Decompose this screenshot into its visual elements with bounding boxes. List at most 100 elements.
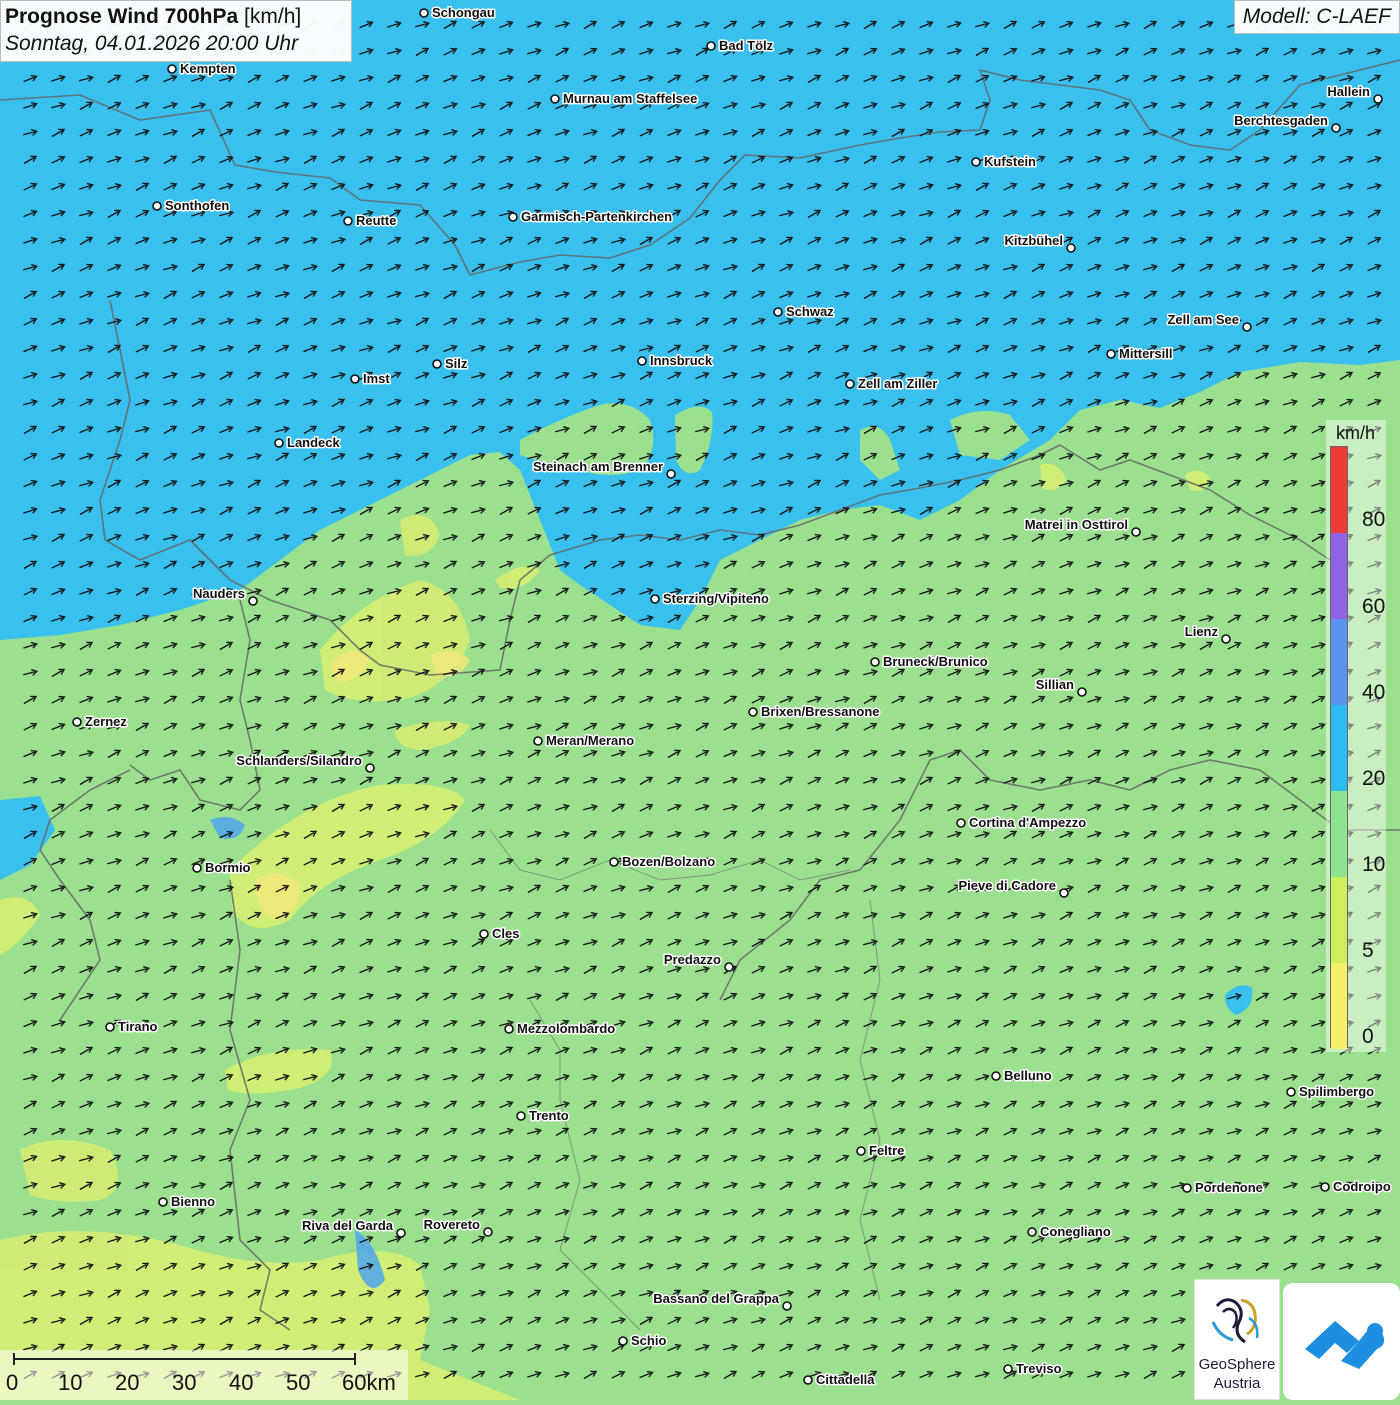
legend-tick: 20 xyxy=(1362,767,1386,790)
city-dot xyxy=(1331,123,1341,133)
city-label: Cittadella xyxy=(816,1372,875,1387)
city-marker: Pordenone xyxy=(1182,1179,1264,1197)
city-dot xyxy=(1131,527,1141,537)
scale-bar-line xyxy=(13,1353,356,1365)
city-label: Pieve di Cadore xyxy=(958,878,1056,893)
legend-tick: 80 xyxy=(1362,508,1386,531)
city-label: Conegliano xyxy=(1040,1224,1111,1239)
city-dot xyxy=(479,929,489,939)
scale-label: 60km xyxy=(342,1370,396,1395)
legend-swatch-40 xyxy=(1331,619,1347,705)
city-dot xyxy=(748,707,758,717)
city-dot xyxy=(991,1071,1001,1081)
city-label: Imst xyxy=(363,371,390,386)
city-label: Garmisch-Partenkirchen xyxy=(521,209,672,224)
city-label: Matrei in Osttirol xyxy=(1025,517,1128,532)
city-dot xyxy=(167,64,177,74)
geosphere-austria-logo[interactable]: GeoSphere Austria xyxy=(1194,1279,1280,1400)
city-dot xyxy=(192,863,202,873)
legend-swatch-20 xyxy=(1331,705,1347,791)
legend-swatch-0 xyxy=(1331,963,1347,1049)
city-label: Feltre xyxy=(869,1143,904,1158)
city-dot xyxy=(650,594,660,604)
legend-colorbar xyxy=(1330,446,1348,1049)
city-dot xyxy=(419,8,429,18)
city-label: Spilimbergo xyxy=(1299,1084,1374,1099)
city-label: Sillian xyxy=(1036,677,1074,692)
wind-map: Schongau Bad Tölz Kempten Murnau am Staffel… xyxy=(0,0,1400,1400)
city-dot xyxy=(803,1375,813,1385)
city-marker: Garmisch-Partenkirchen xyxy=(508,208,674,226)
city-label: Landeck xyxy=(287,435,341,450)
city-label: Sonthofen xyxy=(165,198,229,213)
city-label: Zernez xyxy=(85,714,127,729)
city-label: Sterzing/Vipiteno xyxy=(663,591,769,606)
city-label: Brixen/Bressanone xyxy=(761,704,880,719)
legend-unit: km/h xyxy=(1336,423,1376,443)
scale-label: 30 xyxy=(172,1370,197,1395)
city-label: Nauders xyxy=(193,586,245,601)
city-label: Trento xyxy=(529,1108,569,1123)
city-label: Tirano xyxy=(118,1019,158,1034)
city-label: Bad Tölz xyxy=(719,38,774,53)
city-label: Reutte xyxy=(356,213,396,228)
city-dot xyxy=(637,356,647,366)
legend-swatch-5 xyxy=(1331,877,1347,963)
scale-label: 50 xyxy=(286,1370,311,1395)
city-dot xyxy=(1106,349,1116,359)
city-dot xyxy=(618,1336,628,1346)
city-label: Silz xyxy=(445,356,468,371)
city-marker: Sterzing/Vipiteno xyxy=(650,590,770,608)
city-dot xyxy=(533,736,543,746)
city-dot xyxy=(365,763,375,773)
city-dot xyxy=(1066,243,1076,253)
city-label: Lienz xyxy=(1185,624,1219,639)
city-dot xyxy=(432,359,442,369)
scale-label: 20 xyxy=(115,1370,140,1395)
city-dot xyxy=(1320,1182,1330,1192)
city-label: Bassano del Grappa xyxy=(653,1291,779,1306)
legend-swatch-60 xyxy=(1331,533,1347,619)
city-label: Rovereto xyxy=(424,1217,480,1232)
legend-swatch-10 xyxy=(1331,791,1347,877)
city-dot xyxy=(152,201,162,211)
scale-label: 0 xyxy=(6,1370,19,1395)
city-label: Bienno xyxy=(171,1194,215,1209)
map-title-panel: Prognose Wind 700hPa [km/h] Sonntag, 04.… xyxy=(0,0,352,62)
city-label: Murnau am Staffelsee xyxy=(563,91,697,106)
legend-tick: 60 xyxy=(1362,595,1386,618)
color-legend: km/h 80 60 40 20 10 5 0 xyxy=(1326,420,1386,1052)
scale-bar: 0 10 20 30 40 50 60km xyxy=(0,1350,408,1400)
model-label: Modell: C-LAEF xyxy=(1233,0,1400,34)
city-label: Schwaz xyxy=(786,304,834,319)
city-dot xyxy=(782,1301,792,1311)
legend-swatch-80 xyxy=(1331,447,1347,533)
city-label: Mezzolombardo xyxy=(517,1021,615,1036)
city-label: Mittersill xyxy=(1119,346,1172,361)
city-dot xyxy=(724,962,734,972)
city-dot xyxy=(396,1228,406,1238)
city-label: Pordenone xyxy=(1195,1180,1263,1195)
geosphere-wordmark-country: Austria xyxy=(1213,1375,1261,1392)
city-dot xyxy=(550,94,560,104)
city-dot xyxy=(274,438,284,448)
city-marker: Spilimbergo xyxy=(1286,1083,1376,1101)
city-label: Steinach am Brenner xyxy=(533,459,663,474)
city-dot xyxy=(72,717,82,727)
city-marker: Mezzolombardo xyxy=(504,1020,617,1038)
city-label: Cles xyxy=(492,926,519,941)
legend-tick: 40 xyxy=(1362,681,1386,704)
app-logo[interactable] xyxy=(1283,1283,1400,1400)
city-dot xyxy=(870,657,880,667)
city-label: Berchtesgaden xyxy=(1234,113,1328,128)
legend-tick: 0 xyxy=(1362,1025,1374,1048)
city-dot xyxy=(158,1197,168,1207)
city-dot xyxy=(856,1146,866,1156)
city-dot xyxy=(666,469,676,479)
city-marker: Cortina d'Ampezzo xyxy=(956,814,1088,832)
city-label: Riva del Garda xyxy=(302,1218,394,1233)
city-dot xyxy=(1373,94,1383,104)
city-label: Predazzo xyxy=(664,952,721,967)
city-label: Kitzbühel xyxy=(1005,233,1064,248)
city-dot xyxy=(1182,1183,1192,1193)
